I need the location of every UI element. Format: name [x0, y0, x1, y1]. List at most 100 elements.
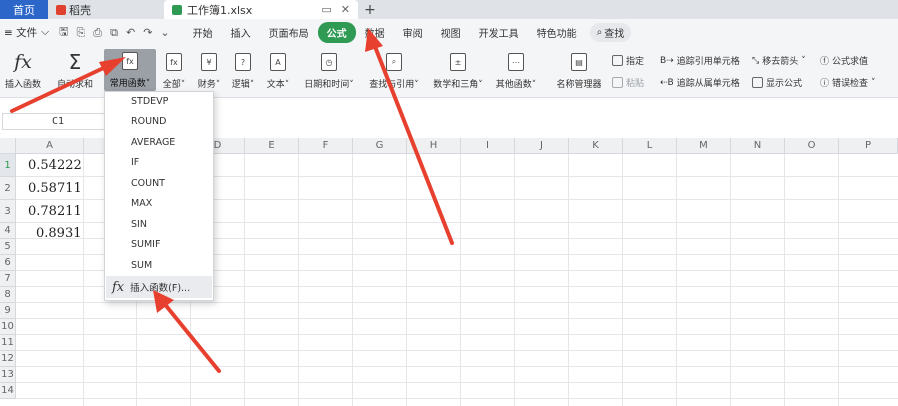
column-header-n[interactable]: N: [731, 138, 785, 154]
row-header-9[interactable]: 9: [0, 303, 16, 319]
menu-item-insert-function[interactable]: fx 插入函数(F)...: [106, 276, 212, 298]
tab-daoke[interactable]: 稻壳: [48, 0, 148, 19]
search-icon: ⌕: [596, 27, 603, 38]
cell-a1[interactable]: 0.54222: [28, 158, 82, 173]
specify-button[interactable]: 指定: [612, 54, 644, 67]
redo-icon[interactable]: ↷: [143, 26, 152, 39]
tab-page-layout[interactable]: 页面布局: [260, 22, 318, 43]
menu-item-if[interactable]: IF: [131, 157, 139, 168]
menu-item-round[interactable]: ROUND: [131, 116, 166, 127]
trace-precedents-icon: B⇢: [660, 55, 674, 66]
row-header-14[interactable]: 14: [0, 383, 16, 399]
clock-icon: ◷: [321, 53, 337, 71]
other-functions-button[interactable]: ⋯ 其他函数˅: [493, 50, 539, 90]
autosum-button[interactable]: Σ 自动求和: [52, 50, 98, 90]
evaluate-formula-button[interactable]: ⓕ 公式求值: [820, 54, 868, 67]
print-icon[interactable]: ⎙: [93, 26, 102, 40]
menu-item-stdevp[interactable]: STDEVP: [131, 96, 168, 107]
math-functions-button[interactable]: ± 数学和三角˅: [430, 50, 486, 90]
logic-label: 逻辑˅: [231, 80, 255, 90]
insert-function-button[interactable]: fx 插入函数: [2, 50, 44, 90]
row-header-5[interactable]: 5: [0, 239, 16, 255]
all-functions-button[interactable]: fx 全部˅: [161, 50, 187, 90]
finance-functions-button[interactable]: ¥ 财务˅: [196, 50, 222, 90]
menu-item-sumif[interactable]: SUMIF: [131, 239, 160, 250]
trace-precedents-button[interactable]: B⇢ 追踪引用单元格: [660, 54, 740, 68]
menu-item-sum[interactable]: SUM: [131, 260, 152, 271]
row-header-1[interactable]: 1: [0, 154, 16, 177]
tab-formulas[interactable]: 公式: [317, 22, 356, 43]
lookup-functions-button[interactable]: ⌕ 查找与引用˅: [366, 50, 422, 90]
print-preview-icon[interactable]: ⧉: [110, 26, 118, 40]
row-header-10[interactable]: 10: [0, 319, 16, 335]
menu-item-max[interactable]: MAX: [131, 198, 152, 209]
text-label: 文本˅: [266, 80, 290, 90]
column-header-h[interactable]: H: [407, 138, 461, 154]
customize-toolbar-icon[interactable]: ⌄: [160, 26, 169, 39]
menu-item-average[interactable]: AVERAGE: [131, 137, 175, 148]
save-icon[interactable]: 🖫: [59, 23, 68, 42]
row-header-6[interactable]: 6: [0, 255, 16, 271]
column-header-p[interactable]: P: [839, 138, 898, 154]
row-header-2[interactable]: 2: [0, 177, 16, 200]
menu-item-count[interactable]: COUNT: [131, 178, 165, 189]
text-functions-button[interactable]: A 文本˅: [265, 50, 291, 90]
file-menu[interactable]: ≡ 文件 ⌵: [4, 25, 49, 40]
export-pdf-icon[interactable]: ⎘: [76, 26, 85, 40]
trace-dependents-button[interactable]: ⇠B 追踪从属单元格: [660, 76, 740, 90]
row-header-12[interactable]: 12: [0, 351, 16, 367]
column-header-j[interactable]: J: [515, 138, 569, 154]
row-header-8[interactable]: 8: [0, 287, 16, 303]
tab-start[interactable]: 开始: [184, 22, 222, 43]
tab-view[interactable]: 视图: [432, 22, 470, 43]
tab-workbook[interactable]: 工作簿1.xlsx ▭ ✕: [164, 0, 358, 19]
name-manager-button[interactable]: ▤ 名称管理器: [554, 50, 604, 90]
new-tab-label: +: [364, 1, 376, 18]
tab-home[interactable]: 首页: [0, 0, 48, 19]
tab-insert[interactable]: 插入: [222, 22, 260, 43]
cell-a2[interactable]: 0.58711: [28, 181, 82, 196]
row-header-4[interactable]: 4: [0, 223, 16, 239]
menu-item-sin[interactable]: SIN: [131, 219, 147, 230]
search-box[interactable]: ⌕ 查找: [589, 23, 632, 42]
cell-a3[interactable]: 0.78211: [28, 204, 82, 219]
all-functions-icon: fx: [166, 53, 182, 71]
remove-arrows-button[interactable]: ⤡ 移去箭头 ˅: [752, 54, 806, 68]
math-label: 数学和三角˅: [433, 80, 483, 90]
pin-icon[interactable]: ▭: [321, 3, 331, 16]
sigma-icon: Σ: [68, 50, 82, 74]
close-icon[interactable]: ✕: [341, 3, 350, 16]
tab-review[interactable]: 审阅: [394, 22, 432, 43]
tab-developer[interactable]: 开发工具: [470, 22, 528, 43]
daoke-logo-icon: [56, 4, 66, 15]
row-header-11[interactable]: 11: [0, 335, 16, 351]
row-header-3[interactable]: 3: [0, 200, 16, 223]
column-header-i[interactable]: I: [461, 138, 515, 154]
name-manager-label: 名称管理器: [556, 80, 602, 90]
column-header-g[interactable]: G: [353, 138, 407, 154]
column-header-k[interactable]: K: [569, 138, 623, 154]
row-header-7[interactable]: 7: [0, 271, 16, 287]
datetime-functions-button[interactable]: ◷ 日期和时间˅: [302, 50, 356, 90]
name-box[interactable]: C1: [2, 113, 114, 130]
math-icon: ±: [450, 53, 466, 71]
column-header-e[interactable]: E: [245, 138, 299, 154]
show-formulas-button[interactable]: 显示公式: [752, 76, 802, 89]
column-header-f[interactable]: F: [299, 138, 353, 154]
column-header-l[interactable]: L: [623, 138, 677, 154]
new-tab-button[interactable]: +: [358, 0, 382, 19]
error-check-button[interactable]: ⓘ 错误检查 ˅: [820, 76, 876, 90]
column-header-a[interactable]: A: [16, 138, 84, 154]
logic-functions-button[interactable]: ? 逻辑˅: [230, 50, 256, 90]
common-functions-label: 常用函数˅: [109, 79, 151, 89]
column-header-o[interactable]: O: [785, 138, 839, 154]
tab-data[interactable]: 数据: [356, 22, 394, 43]
column-header-m[interactable]: M: [677, 138, 731, 154]
common-functions-button[interactable]: fx 常用函数˅: [104, 49, 156, 91]
select-all-corner[interactable]: [0, 138, 16, 154]
paste-name-button[interactable]: 粘贴: [612, 76, 644, 89]
row-header-13[interactable]: 13: [0, 367, 16, 383]
tab-special[interactable]: 特色功能: [528, 22, 586, 43]
undo-icon[interactable]: ↶: [126, 26, 135, 39]
cell-a4[interactable]: 0.8931: [36, 226, 82, 241]
